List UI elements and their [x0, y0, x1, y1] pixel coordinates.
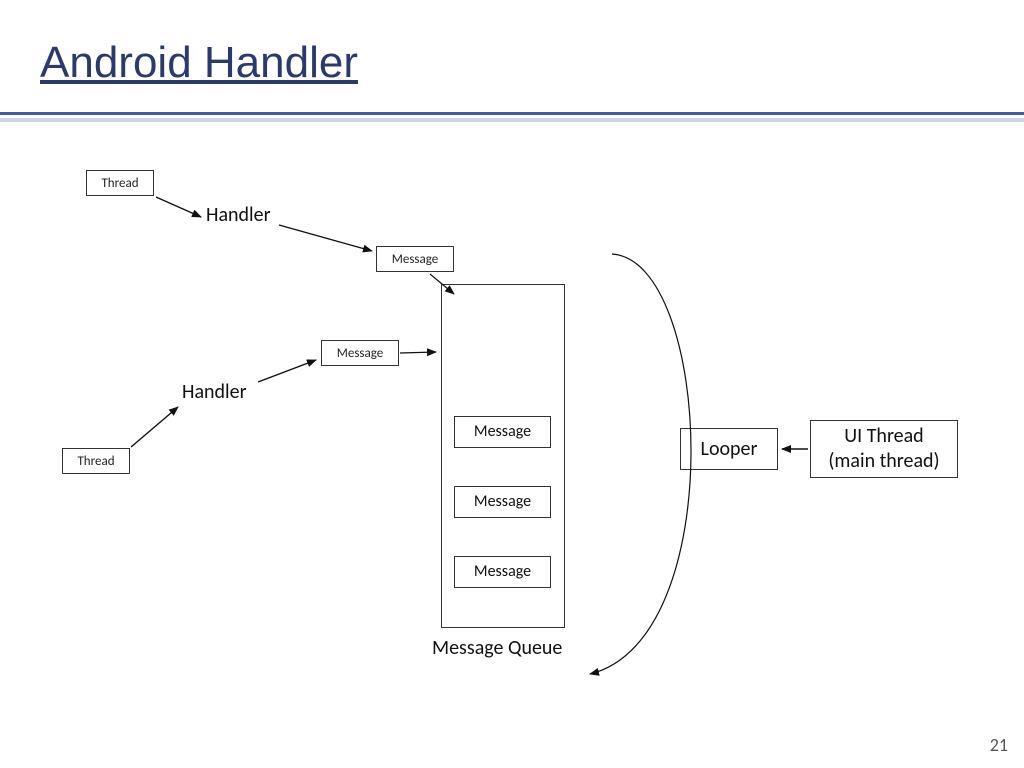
arrow-handler-top-to-message [279, 225, 372, 251]
looper-box: Looper [680, 428, 778, 470]
slide-container: Android Handler Thread Handler Message M… [0, 0, 1024, 768]
queue-message-2: Message [454, 486, 551, 518]
handler-label-bottom: Handler [182, 380, 247, 404]
page-number: 21 [990, 734, 1008, 756]
arrow-handler-bottom-to-message [258, 360, 316, 382]
queue-message-3: Message [454, 556, 551, 588]
ui-thread-line2: (main thread) [828, 449, 939, 474]
message-box-top: Message [376, 246, 454, 272]
handler-label-top: Handler [206, 203, 271, 227]
thread-box-bottom: Thread [62, 448, 130, 474]
diagram-container: Thread Handler Message Message Handler T… [0, 0, 1024, 768]
arrow-thread-top-to-handler [156, 197, 201, 217]
arrow-thread-bottom-to-handler [131, 407, 178, 447]
ui-thread-box: UI Thread (main thread) [810, 420, 958, 478]
message-queue-label: Message Queue [432, 636, 562, 660]
arrow-looper-loop [590, 254, 691, 674]
thread-box-top: Thread [86, 170, 154, 196]
queue-message-1: Message [454, 416, 551, 448]
ui-thread-line1: UI Thread [844, 424, 923, 449]
arrow-message-mid-to-queue [400, 352, 436, 353]
message-box-mid: Message [321, 340, 399, 366]
